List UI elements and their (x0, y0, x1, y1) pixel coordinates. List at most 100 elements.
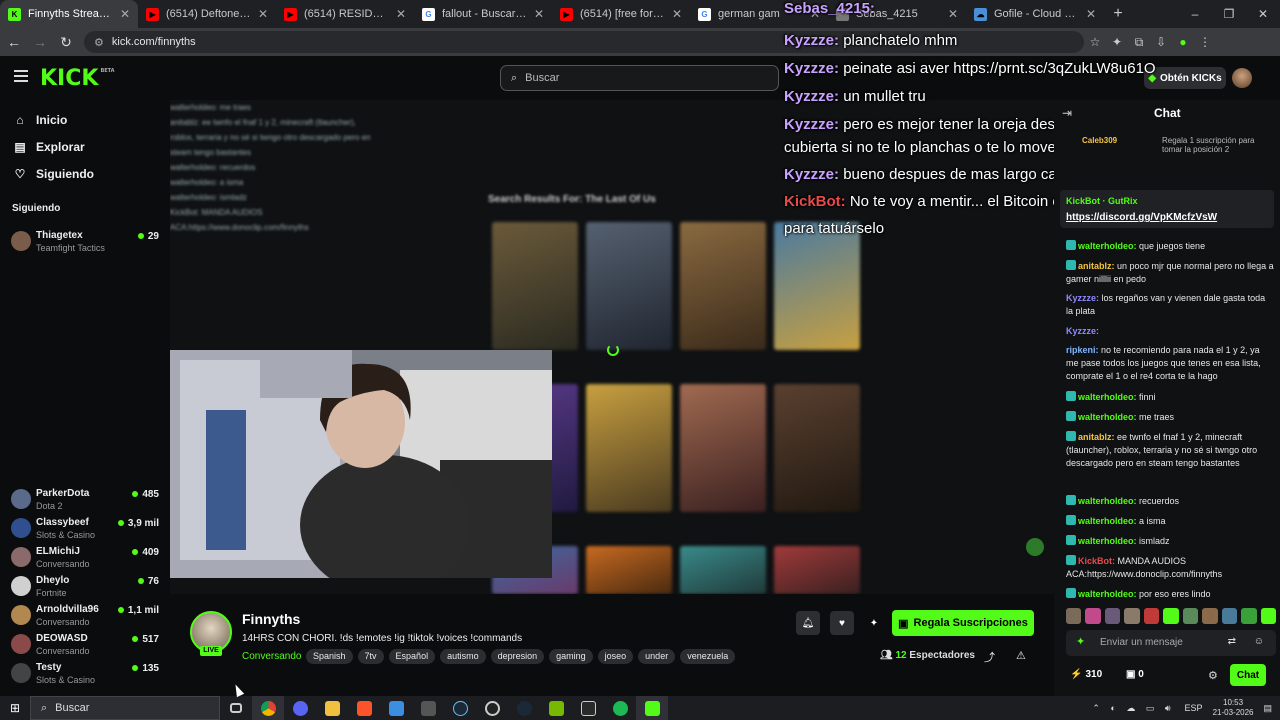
emote-icon[interactable] (1124, 608, 1140, 624)
chat-username[interactable]: Kyzzze: (1066, 326, 1099, 336)
tab-close-icon[interactable]: ✕ (672, 7, 682, 21)
chat-username[interactable]: ripkeni: (1066, 345, 1099, 355)
browser-tab[interactable]: ▶ (6514) RESIDENT EVIL RE ✕ (276, 0, 414, 28)
chat-username[interactable]: walterholdeo: (1078, 412, 1137, 422)
emote-icon[interactable] (1085, 608, 1101, 624)
gift-subs-button[interactable]: ▣ Regala Suscripciones (892, 610, 1034, 636)
stream-tag[interactable]: under (638, 649, 676, 664)
followed-channel[interactable]: Testy Slots & Casino 135 (0, 660, 170, 689)
stream-tag[interactable]: joseo (597, 649, 634, 664)
browser-tab[interactable]: K Finnyths Stream - Watch L ✕ (0, 0, 138, 28)
stream-tag[interactable]: autismo (440, 649, 486, 664)
steam-alt-icon[interactable] (508, 696, 540, 720)
followed-channel[interactable]: Dheylo Fortnite 76 (0, 573, 170, 602)
emote-icon[interactable] (1182, 608, 1199, 624)
task-view-icon[interactable] (220, 696, 252, 720)
close-window-button[interactable]: ✕ (1246, 0, 1280, 28)
emote-icon[interactable] (1202, 608, 1218, 624)
menu-icon[interactable] (14, 70, 28, 82)
download-icon[interactable]: ⇩ (1150, 31, 1172, 53)
input-language[interactable]: ESP (1185, 703, 1203, 713)
chat-username[interactable]: KickBot: (1078, 556, 1115, 566)
chat-username[interactable]: walterholdeo: (1078, 536, 1137, 546)
obs-icon[interactable] (476, 696, 508, 720)
chat-username[interactable]: walterholdeo: (1078, 241, 1137, 251)
stream-tag[interactable]: depresion (490, 649, 545, 664)
tab-close-icon[interactable]: ✕ (258, 7, 268, 21)
followed-channel[interactable]: ELMichiJ Conversando 409 (0, 544, 170, 573)
followed-channel[interactable]: Classybeef Slots & Casino 3,9 mil (0, 515, 170, 544)
brave-icon[interactable] (348, 696, 380, 720)
notification-icon[interactable]: ▤ (1263, 703, 1272, 714)
emote-icon[interactable] (1066, 608, 1082, 624)
chrome-icon[interactable] (252, 696, 284, 720)
emote-icon[interactable] (1104, 608, 1121, 624)
chat-message-input[interactable]: ✦ Enviar un mensaje ⇄ ☺ (1066, 630, 1276, 656)
browser-tab[interactable]: ▶ (6514) [free for profit] alt ✕ (552, 0, 690, 28)
stream-tag[interactable]: Spanish (306, 649, 353, 664)
app-icon[interactable] (412, 696, 444, 720)
emote-icon[interactable] (1241, 608, 1257, 624)
tab-close-icon[interactable]: ✕ (396, 7, 406, 21)
back-arrow-icon[interactable]: ← (2, 30, 26, 54)
stream-tag[interactable]: venezuela (680, 649, 736, 664)
sparkle-icon[interactable]: ✦ (1076, 635, 1085, 648)
chat-username[interactable]: walterholdeo: (1078, 589, 1137, 599)
stream-tag[interactable]: Español (388, 649, 436, 664)
emoji-icon[interactable]: ☺ (1254, 636, 1264, 647)
channel-points[interactable]: ⚡ 310 (1070, 669, 1102, 680)
follow-heart-button[interactable]: ♥ (830, 611, 854, 635)
minimize-button[interactable]: – (1178, 0, 1212, 28)
pinned-link[interactable]: https://discord.gg/VpKMcfzVsW (1066, 212, 1217, 223)
followed-channel[interactable]: DEOWASD Conversando 517 (0, 631, 170, 660)
translate-icon[interactable]: ⇄ (1228, 636, 1236, 647)
chat-username[interactable]: walterholdeo: (1078, 516, 1137, 526)
followed-channel[interactable]: ParkerDota Dota 2 485 (0, 486, 170, 515)
rewards-count[interactable]: ▣ 0 (1126, 669, 1144, 680)
stream-tag[interactable]: gaming (549, 649, 593, 664)
file-explorer-icon[interactable] (316, 696, 348, 720)
emote-icon[interactable] (1221, 608, 1238, 624)
nvidia-icon[interactable] (540, 696, 572, 720)
search-input[interactable]: ⌕ Buscar (500, 65, 779, 91)
stream-tag[interactable]: 7tv (357, 649, 384, 664)
chat-username[interactable]: anitablz: (1078, 261, 1115, 271)
get-kicks-button[interactable]: ◆ Obtén KICKs (1144, 67, 1226, 89)
tray-icons[interactable]: ⌃ ◐ ☁ ▭ 🔊︎ (1092, 703, 1174, 714)
new-tab-button[interactable]: + (1104, 0, 1132, 28)
chat-username[interactable]: anitablz: (1078, 432, 1115, 442)
clock[interactable]: 10:53 21-03-2026 (1213, 698, 1254, 718)
maximize-button[interactable]: ❐ (1212, 0, 1246, 28)
tab-close-icon[interactable]: ✕ (534, 7, 544, 21)
puzzle-icon[interactable]: ⧉ (1128, 31, 1150, 53)
streamer-name[interactable]: Finnyths (242, 611, 300, 627)
followed-channel[interactable]: Arnoldvilla96 Conversando 1,1 mil (0, 602, 170, 631)
collapse-chat-icon[interactable]: ⇥ (1062, 106, 1072, 120)
store-icon[interactable] (380, 696, 412, 720)
extension-icon[interactable]: ✦ (1106, 31, 1128, 53)
taskbar-search-input[interactable]: ⌕ Buscar (30, 696, 220, 720)
more-actions-button[interactable]: ✦ (862, 611, 886, 635)
steam-icon[interactable] (444, 696, 476, 720)
epic-games-icon[interactable] (572, 696, 604, 720)
chat-settings-icon[interactable]: ⚙ (1208, 669, 1218, 682)
chat-username[interactable]: walterholdeo: (1078, 392, 1137, 402)
emote-icon[interactable] (1260, 608, 1276, 624)
stream-category-link[interactable]: Conversando (242, 651, 301, 662)
kick-logo[interactable]: KICK BETA (40, 66, 115, 91)
report-flag-icon[interactable]: ⚠ (1016, 649, 1026, 662)
tab-close-icon[interactable]: ✕ (120, 7, 130, 21)
send-chat-button[interactable]: Chat (1230, 664, 1266, 686)
forward-arrow-icon[interactable]: → (28, 30, 52, 54)
chat-username[interactable]: Kyzzze: (1066, 293, 1099, 303)
notification-bell-button[interactable]: 🔔︎ (796, 611, 820, 635)
browser-tab[interactable]: ▶ (6514) Deftones – Risk (O ✕ (138, 0, 276, 28)
kick-app-icon[interactable] (636, 696, 668, 720)
tab-close-icon[interactable]: ✕ (1086, 7, 1096, 21)
pinned-message[interactable]: KickBot · GutRix https://discord.gg/VpKM… (1060, 190, 1274, 228)
windows-start-icon[interactable]: ⊞ (0, 696, 30, 720)
share-icon[interactable]: ⤴ (984, 649, 995, 665)
emote-icon[interactable] (1163, 608, 1179, 624)
bookmark-star-icon[interactable]: ☆ (1084, 31, 1106, 53)
discord-icon[interactable] (284, 696, 316, 720)
